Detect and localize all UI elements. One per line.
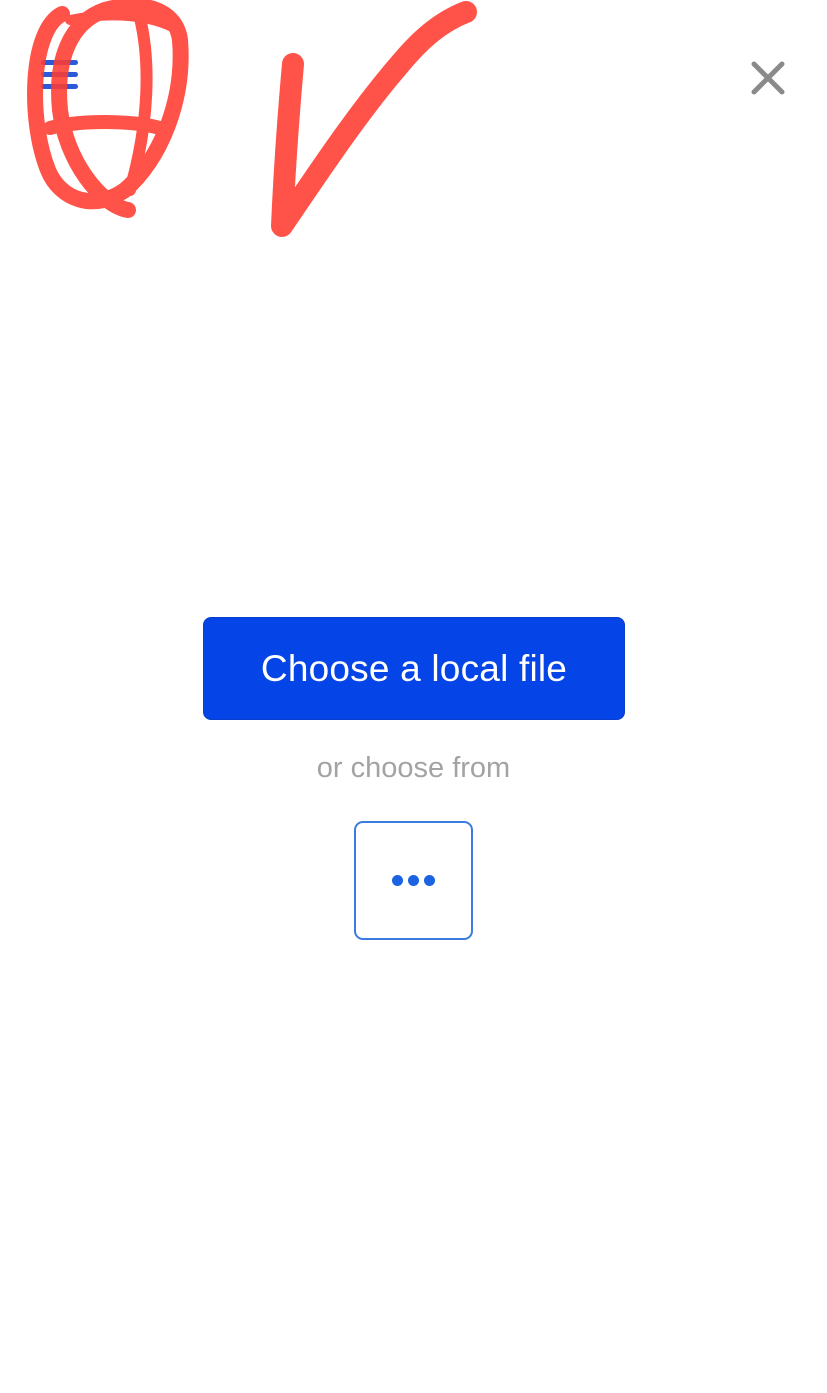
more-sources-button[interactable] bbox=[354, 821, 473, 940]
choose-local-file-button[interactable]: Choose a local file bbox=[203, 617, 625, 720]
hamburger-menu-icon-bar bbox=[41, 72, 78, 77]
close-icon bbox=[751, 61, 785, 95]
more-options-icon-dot bbox=[408, 875, 419, 886]
annotation-scribble bbox=[27, 0, 477, 237]
more-options-icon bbox=[392, 875, 403, 886]
or-choose-from-label: or choose from bbox=[316, 752, 511, 784]
more-options-icon-dot bbox=[424, 875, 435, 886]
hamburger-menu-icon bbox=[41, 60, 78, 65]
menu-button[interactable] bbox=[38, 56, 82, 96]
hamburger-menu-icon-bar bbox=[41, 84, 78, 89]
close-button[interactable] bbox=[744, 54, 792, 102]
